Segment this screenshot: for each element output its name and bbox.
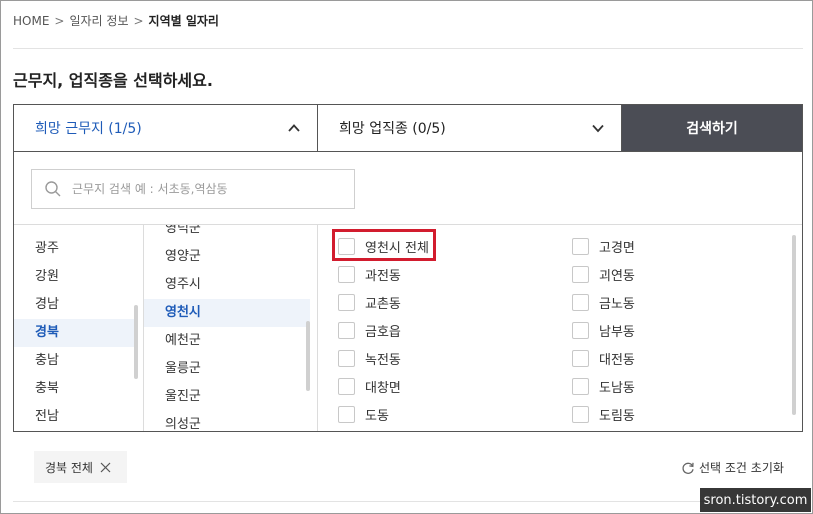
city-list: 영덕군 영양군 영주시 영천시 예천군 울릉군 울진군 의성군	[144, 225, 318, 431]
checkbox-box[interactable]	[572, 321, 589, 339]
checkbox-box[interactable]	[572, 377, 589, 395]
region-scrollbar[interactable]	[134, 305, 138, 379]
search-button[interactable]: 검색하기	[622, 105, 802, 151]
checkbox-box[interactable]	[572, 293, 589, 311]
city-item[interactable]: 영주시	[144, 271, 310, 299]
checkbox-box[interactable]	[572, 265, 589, 283]
region-item[interactable]: 경남	[14, 291, 136, 319]
divider	[13, 48, 803, 49]
dong-checkbox[interactable]: 과전동	[338, 263, 401, 285]
location-search-input[interactable]	[72, 182, 342, 196]
chevron-down-icon	[592, 124, 604, 133]
dong-checkbox-label: 도동	[365, 408, 389, 424]
dong-checkbox-label: 금호읍	[365, 324, 401, 340]
checkbox-box[interactable]	[338, 377, 355, 395]
page-title: 근무지, 업직종을 선택하세요.	[13, 71, 213, 90]
divider	[13, 501, 803, 502]
dong-checkbox-label: 도림동	[599, 408, 635, 424]
location-selector: 광주 강원 경남 경북 충남 충북 전남 영덕군 영양군 영주시 영천시 예천군 울릉군 울진군 의성군 …	[14, 224, 802, 431]
checkbox-box[interactable]	[338, 405, 355, 423]
region-item[interactable]: 충남	[14, 347, 136, 375]
dong-checkbox-label: 대전동	[599, 352, 635, 368]
close-icon[interactable]	[100, 462, 111, 473]
dong-checkbox[interactable]: 남부동	[572, 319, 635, 341]
dong-scrollbar[interactable]	[792, 235, 796, 415]
city-item[interactable]: 영천시	[144, 299, 310, 327]
city-item[interactable]: 울진군	[144, 383, 310, 411]
breadcrumb-section[interactable]: 일자리 정보	[69, 14, 128, 28]
city-item[interactable]: 영양군	[144, 243, 310, 271]
city-item[interactable]: 영덕군	[144, 225, 310, 243]
reset-filter-label: 선택 조건 초기화	[699, 461, 784, 475]
region-item[interactable]: 경북	[14, 319, 136, 347]
dong-checkbox[interactable]: 대창면	[338, 375, 401, 397]
breadcrumb-separator: >	[133, 14, 144, 28]
dong-checkbox-label: 영천시 전체	[365, 240, 429, 256]
dong-checkbox-label: 녹전동	[365, 352, 401, 368]
dong-checkbox[interactable]: 도남동	[572, 375, 635, 397]
region-item[interactable]: 전남	[14, 403, 136, 431]
filter-panel: 희망 근무지 (1/5) 희망 업직종 (0/5) 검색하기 광주강원경남경북충…	[13, 104, 803, 432]
chevron-up-icon	[288, 124, 300, 132]
dong-checkbox[interactable]: 교촌동	[338, 291, 401, 313]
dong-checkbox[interactable]: 괴연동	[572, 263, 635, 285]
tab-location-label: 희망 근무지 (1/5)	[35, 121, 142, 137]
tab-job-category-label: 희망 업직종 (0/5)	[339, 121, 446, 137]
filter-tabbar: 희망 근무지 (1/5) 희망 업직종 (0/5) 검색하기	[14, 105, 802, 152]
dong-checkbox[interactable]: 금노동	[572, 291, 635, 313]
checkbox-box[interactable]	[572, 237, 589, 255]
dong-checkbox[interactable]: 대전동	[572, 347, 635, 369]
breadcrumb-home[interactable]: HOME	[13, 14, 49, 28]
watermark: sron.tistory.com	[700, 488, 811, 512]
search-icon	[45, 181, 61, 197]
checkbox-box[interactable]	[338, 265, 355, 283]
city-item[interactable]: 울릉군	[144, 355, 310, 383]
tab-location[interactable]: 희망 근무지 (1/5)	[14, 105, 318, 151]
checkbox-box[interactable]	[338, 237, 355, 255]
reset-filter-button[interactable]: 선택 조건 초기화	[681, 459, 784, 476]
dong-checkbox[interactable]: 고경면	[572, 235, 635, 257]
selected-chip-label: 경북 전체	[45, 460, 93, 475]
breadcrumb-separator: >	[54, 14, 65, 28]
region-item[interactable]: 충북	[14, 375, 136, 403]
dong-checkbox-label: 금노동	[599, 296, 635, 312]
city-item[interactable]: 예천군	[144, 327, 310, 355]
region-list: 광주 강원 경남 경북 충남 충북 전남	[14, 225, 144, 431]
dong-checkbox[interactable]: 녹전동	[338, 347, 401, 369]
region-item[interactable]: 강원	[14, 263, 136, 291]
dong-checkbox-label: 과전동	[365, 268, 401, 284]
dong-checkbox-label: 괴연동	[599, 268, 635, 284]
city-item[interactable]: 의성군	[144, 411, 310, 431]
dong-checkbox-label: 도남동	[599, 380, 635, 396]
dong-checkbox[interactable]: 영천시 전체	[338, 235, 429, 257]
dong-checkbox-label: 대창면	[365, 380, 401, 396]
checkbox-box[interactable]	[572, 349, 589, 367]
dong-checkbox-label: 교촌동	[365, 296, 401, 312]
dong-checkbox-label: 남부동	[599, 324, 635, 340]
dong-checkbox[interactable]: 도동	[338, 403, 389, 425]
checkbox-box[interactable]	[338, 293, 355, 311]
breadcrumb: HOME > 일자리 정보 > 지역별 일자리	[13, 12, 219, 29]
dong-list: 영천시 전체과전동교촌동금호읍녹전동대창면도동 고경면괴연동금노동남부동대전동도남…	[318, 225, 802, 431]
tab-job-category[interactable]: 희망 업직종 (0/5)	[318, 105, 622, 151]
refresh-icon	[682, 462, 694, 474]
selected-chip: 경북 전체	[34, 451, 127, 483]
checkbox-box[interactable]	[338, 321, 355, 339]
dong-checkbox-label: 고경면	[599, 240, 635, 256]
region-item[interactable]: 광주	[14, 235, 136, 263]
city-scrollbar[interactable]	[306, 321, 310, 391]
checkbox-box[interactable]	[338, 349, 355, 367]
dong-checkbox[interactable]: 금호읍	[338, 319, 401, 341]
checkbox-box[interactable]	[572, 405, 589, 423]
breadcrumb-current: 지역별 일자리	[148, 14, 219, 28]
location-search-box	[31, 169, 355, 209]
dong-checkbox[interactable]: 도림동	[572, 403, 635, 425]
